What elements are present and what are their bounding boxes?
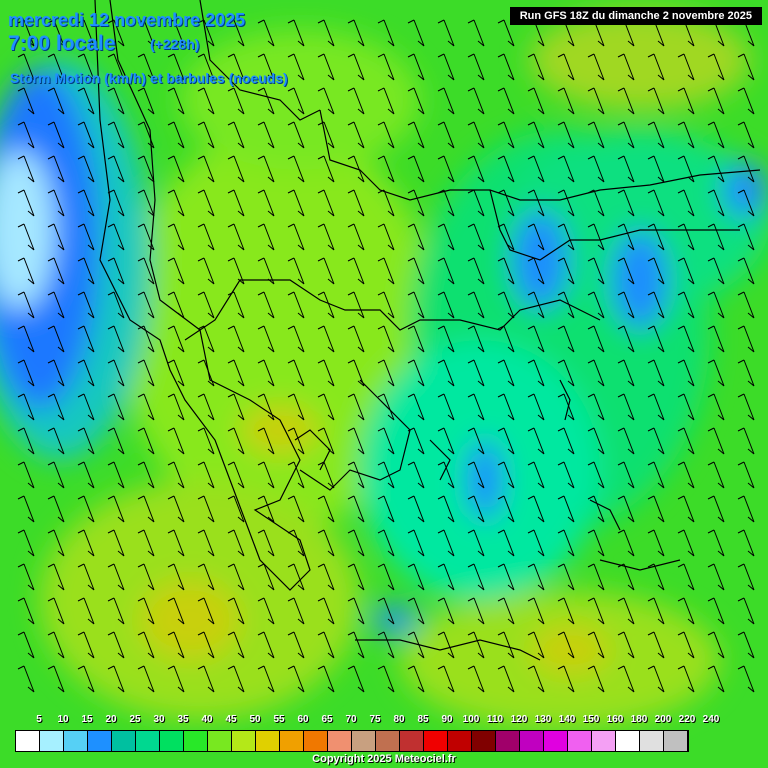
legend-swatch [64,731,88,751]
legend-label: 30 [153,714,165,725]
legend-label: 50 [249,714,261,725]
legend-swatch [280,731,304,751]
legend-label: 5 [36,714,42,725]
forecast-lead-hours: (+228h) [150,36,200,52]
legend-swatch [496,731,520,751]
legend-label: 160 [606,714,624,725]
legend-label: 10 [57,714,69,725]
legend-swatch [256,731,280,751]
legend-label: 60 [297,714,309,725]
legend-label: 130 [534,714,552,725]
legend-label: 40 [201,714,213,725]
legend-swatch [592,731,616,751]
legend-swatch [640,731,664,751]
storm-motion-map [0,0,768,768]
legend-label: 20 [105,714,117,725]
legend-swatch [472,731,496,751]
legend-label: 55 [273,714,285,725]
legend-swatch [232,731,256,751]
legend-label: 35 [177,714,189,725]
legend-labels: 5 10 15 20 25 30 35 40 45 50 55 60 65 70 75 80 85 90 100 11… [0,714,768,728]
legend-label: 180 [630,714,648,725]
color-legend [15,730,689,752]
legend-label: 200 [654,714,672,725]
legend-label: 85 [417,714,429,725]
legend-label: 100 [462,714,480,725]
legend-label: 150 [582,714,600,725]
legend-swatch [328,731,352,751]
legend-label: 80 [393,714,405,725]
legend-label: 25 [129,714,141,725]
legend-label: 110 [486,714,504,725]
legend-swatch [568,731,592,751]
legend-swatch [520,731,544,751]
parameter-title: Storm Motion (km/h) et barbules (noeuds) [10,70,288,86]
legend-swatch [88,731,112,751]
model-run-label: Run GFS 18Z du dimanche 2 novembre 2025 [509,7,762,25]
legend-swatch [16,731,40,751]
legend-swatch [544,731,568,751]
legend-label: 70 [345,714,357,725]
legend-swatch [208,731,232,751]
legend-swatch [424,731,448,751]
legend-label: 120 [510,714,528,725]
legend-swatch [160,731,184,751]
legend-swatch [400,731,424,751]
legend-swatch [616,731,640,751]
legend-swatch [304,731,328,751]
legend-swatch [664,731,688,751]
legend-label: 45 [225,714,237,725]
legend-swatch [352,731,376,751]
forecast-time: 7:00 locale [8,32,116,55]
legend-swatch [448,731,472,751]
legend-swatch [376,731,400,751]
legend-label: 75 [369,714,381,725]
legend-swatch [184,731,208,751]
legend-label: 220 [678,714,696,725]
forecast-date: mercredi 12 novembre 2025 [8,10,246,30]
legend-label: 90 [441,714,453,725]
legend-swatch [40,731,64,751]
legend-label: 240 [702,714,720,725]
legend-swatch [112,731,136,751]
legend-label: 15 [81,714,93,725]
legend-label: 65 [321,714,333,725]
legend-swatch [136,731,160,751]
legend-label: 140 [558,714,576,725]
copyright: Copyright 2025 Meteociel.fr [312,753,456,765]
